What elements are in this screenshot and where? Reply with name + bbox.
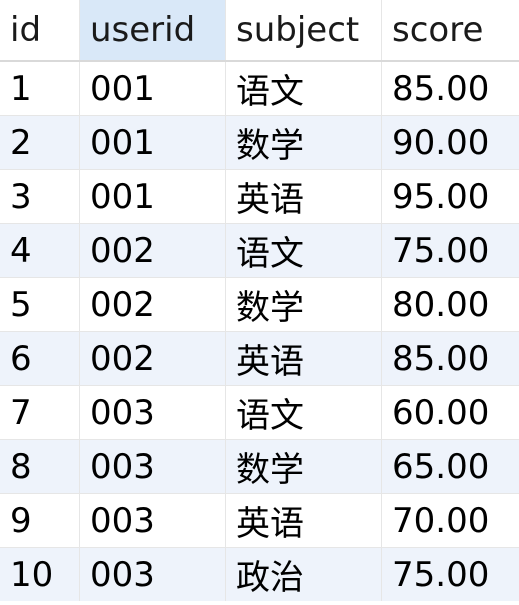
cell-userid[interactable]: 003	[80, 548, 226, 601]
column-header-subject[interactable]: subject	[226, 0, 382, 60]
cell-userid[interactable]: 002	[80, 278, 226, 331]
column-header-id[interactable]: id	[0, 0, 80, 60]
table-row[interactable]: 2 001 数学 90.00	[0, 116, 519, 170]
table-row[interactable]: 8 003 数学 65.00	[0, 440, 519, 494]
cell-id[interactable]: 4	[0, 224, 80, 277]
cell-score[interactable]: 60.00	[382, 386, 519, 439]
cell-subject[interactable]: 英语	[226, 332, 382, 385]
table-row[interactable]: 1 001 语文 85.00	[0, 62, 519, 116]
cell-userid[interactable]: 002	[80, 332, 226, 385]
cell-id[interactable]: 10	[0, 548, 80, 601]
cell-userid[interactable]: 002	[80, 224, 226, 277]
cell-id[interactable]: 1	[0, 62, 80, 115]
cell-userid[interactable]: 001	[80, 116, 226, 169]
result-grid: id userid subject score 1 001 语文 85.00 2…	[0, 0, 519, 605]
horizontal-scrollbar[interactable]	[0, 601, 519, 605]
cell-userid[interactable]: 001	[80, 170, 226, 223]
cell-subject[interactable]: 政治	[226, 548, 382, 601]
column-header-userid[interactable]: userid	[80, 0, 226, 60]
table-row[interactable]: 10 003 政治 75.00	[0, 548, 519, 602]
cell-id[interactable]: 8	[0, 440, 80, 493]
cell-score[interactable]: 70.00	[382, 494, 519, 547]
cell-id[interactable]: 2	[0, 116, 80, 169]
table-row[interactable]: 3 001 英语 95.00	[0, 170, 519, 224]
cell-id[interactable]: 7	[0, 386, 80, 439]
cell-userid[interactable]: 003	[80, 494, 226, 547]
cell-score[interactable]: 80.00	[382, 278, 519, 331]
cell-subject[interactable]: 数学	[226, 116, 382, 169]
cell-userid[interactable]: 001	[80, 62, 226, 115]
cell-subject[interactable]: 英语	[226, 494, 382, 547]
cell-userid[interactable]: 003	[80, 440, 226, 493]
cell-subject[interactable]: 英语	[226, 170, 382, 223]
table-row[interactable]: 5 002 数学 80.00	[0, 278, 519, 332]
cell-score[interactable]: 85.00	[382, 62, 519, 115]
cell-score[interactable]: 85.00	[382, 332, 519, 385]
cell-id[interactable]: 5	[0, 278, 80, 331]
cell-id[interactable]: 3	[0, 170, 80, 223]
table-row[interactable]: 6 002 英语 85.00	[0, 332, 519, 386]
cell-subject[interactable]: 数学	[226, 278, 382, 331]
cell-score[interactable]: 95.00	[382, 170, 519, 223]
cell-subject[interactable]: 语文	[226, 386, 382, 439]
table-row[interactable]: 4 002 语文 75.00	[0, 224, 519, 278]
cell-id[interactable]: 6	[0, 332, 80, 385]
cell-score[interactable]: 75.00	[382, 548, 519, 601]
cell-subject[interactable]: 语文	[226, 62, 382, 115]
grid-header-row: id userid subject score	[0, 0, 519, 62]
cell-userid[interactable]: 003	[80, 386, 226, 439]
column-header-score[interactable]: score	[382, 0, 519, 60]
cell-score[interactable]: 65.00	[382, 440, 519, 493]
cell-subject[interactable]: 数学	[226, 440, 382, 493]
cell-id[interactable]: 9	[0, 494, 80, 547]
cell-score[interactable]: 90.00	[382, 116, 519, 169]
table-row[interactable]: 7 003 语文 60.00	[0, 386, 519, 440]
cell-subject[interactable]: 语文	[226, 224, 382, 277]
table-row[interactable]: 9 003 英语 70.00	[0, 494, 519, 548]
cell-score[interactable]: 75.00	[382, 224, 519, 277]
